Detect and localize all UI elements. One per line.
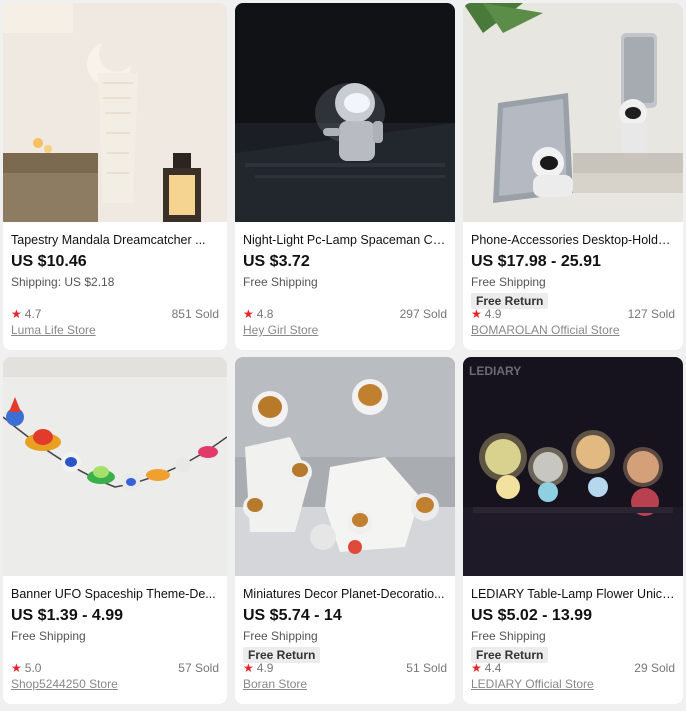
product-info: Miniatures Decor Planet-Decoratio... US …: [235, 576, 455, 704]
product-price: US $10.46: [11, 253, 87, 270]
star-icon: ★: [11, 661, 22, 675]
product-meta: ★ 4.7 851 Sold: [11, 306, 219, 322]
sold-count: 57 Sold: [178, 661, 219, 675]
product-image[interactable]: LEDIARY: [463, 357, 683, 576]
product-price: US $1.39 - 4.99: [11, 607, 124, 624]
product-meta: ★ 4.9 127 Sold: [471, 306, 675, 322]
rating: ★ 4.4: [471, 660, 501, 676]
product-card[interactable]: Phone-Accessories Desktop-Holde... US $1…: [463, 3, 683, 350]
shipping-info: Shipping: US $2.18: [11, 275, 115, 289]
sold-count: 127 Sold: [627, 307, 675, 321]
star-icon: ★: [11, 307, 22, 321]
store-link[interactable]: LEDIARY Official Store: [471, 676, 594, 692]
star-icon: ★: [471, 307, 482, 321]
product-info: Banner UFO Spaceship Theme-De... US $1.3…: [3, 576, 227, 704]
product-meta: ★ 4.8 297 Sold: [243, 306, 447, 322]
watermark: LEDIARY: [469, 364, 521, 378]
product-image[interactable]: [235, 3, 455, 222]
shipping-info: Free Shipping: [243, 275, 318, 289]
store-link[interactable]: Hey Girl Store: [243, 322, 318, 338]
product-price: US $17.98 - 25.91: [471, 253, 601, 270]
product-grid: Tapestry Mandala Dreamcatcher ... US $10…: [3, 3, 683, 704]
rating: ★ 4.9: [471, 306, 501, 322]
rating-value: 4.7: [24, 307, 42, 321]
rating-value: 4.8: [256, 307, 274, 321]
store-link[interactable]: Luma Life Store: [11, 322, 96, 338]
rating-value: 4.9: [256, 661, 274, 675]
product-card[interactable]: Banner UFO Spaceship Theme-De... US $1.3…: [3, 357, 227, 704]
product-title[interactable]: LEDIARY Table-Lamp Flower Unico...: [471, 586, 675, 602]
product-image[interactable]: [235, 357, 455, 576]
product-meta: ★ 5.0 57 Sold: [11, 660, 219, 676]
product-price: US $5.02 - 13.99: [471, 607, 592, 624]
product-info: LEDIARY Table-Lamp Flower Unico... US $5…: [463, 576, 683, 704]
rating-value: 5.0: [24, 661, 42, 675]
store-link[interactable]: Shop5244250 Store: [11, 676, 118, 692]
product-price: US $5.74 - 14: [243, 607, 342, 624]
sold-count: 29 Sold: [634, 661, 675, 675]
product-card[interactable]: LEDIARY LEDIARY Table-Lamp Flower Unico.…: [463, 357, 683, 704]
product-info: Tapestry Mandala Dreamcatcher ... US $10…: [3, 222, 227, 350]
product-title[interactable]: Night-Light Pc-Lamp Spaceman Co...: [243, 232, 447, 248]
product-title[interactable]: Tapestry Mandala Dreamcatcher ...: [11, 232, 219, 248]
rating: ★ 5.0: [11, 660, 41, 676]
product-image[interactable]: [463, 3, 683, 222]
rating-value: 4.9: [484, 307, 502, 321]
rating: ★ 4.8: [243, 306, 273, 322]
product-meta: ★ 4.4 29 Sold: [471, 660, 675, 676]
product-price: US $3.72: [243, 253, 310, 270]
product-image[interactable]: [3, 3, 227, 222]
product-image[interactable]: [3, 357, 227, 576]
store-link[interactable]: Boran Store: [243, 676, 307, 692]
rating: ★ 4.7: [11, 306, 41, 322]
star-icon: ★: [243, 661, 254, 675]
shipping-info: Free Shipping: [471, 629, 546, 643]
product-card[interactable]: Tapestry Mandala Dreamcatcher ... US $10…: [3, 3, 227, 350]
sold-count: 297 Sold: [399, 307, 447, 321]
star-icon: ★: [243, 307, 254, 321]
shipping-info: Free Shipping: [11, 629, 86, 643]
shipping-info: Free Shipping: [243, 629, 318, 643]
star-icon: ★: [471, 661, 482, 675]
sold-count: 851 Sold: [171, 307, 219, 321]
product-meta: ★ 4.9 51 Sold: [243, 660, 447, 676]
rating: ★ 4.9: [243, 660, 273, 676]
sold-count: 51 Sold: [406, 661, 447, 675]
product-info: Phone-Accessories Desktop-Holde... US $1…: [463, 222, 683, 350]
rating-value: 4.4: [484, 661, 502, 675]
product-info: Night-Light Pc-Lamp Spaceman Co... US $3…: [235, 222, 455, 350]
store-link[interactable]: BOMAROLAN Official Store: [471, 322, 620, 338]
product-title[interactable]: Miniatures Decor Planet-Decoratio...: [243, 586, 447, 602]
product-card[interactable]: Miniatures Decor Planet-Decoratio... US …: [235, 357, 455, 704]
shipping-info: Free Shipping: [471, 275, 546, 289]
product-title[interactable]: Phone-Accessories Desktop-Holde...: [471, 232, 675, 248]
product-title[interactable]: Banner UFO Spaceship Theme-De...: [11, 586, 219, 602]
product-card[interactable]: Night-Light Pc-Lamp Spaceman Co... US $3…: [235, 3, 455, 350]
